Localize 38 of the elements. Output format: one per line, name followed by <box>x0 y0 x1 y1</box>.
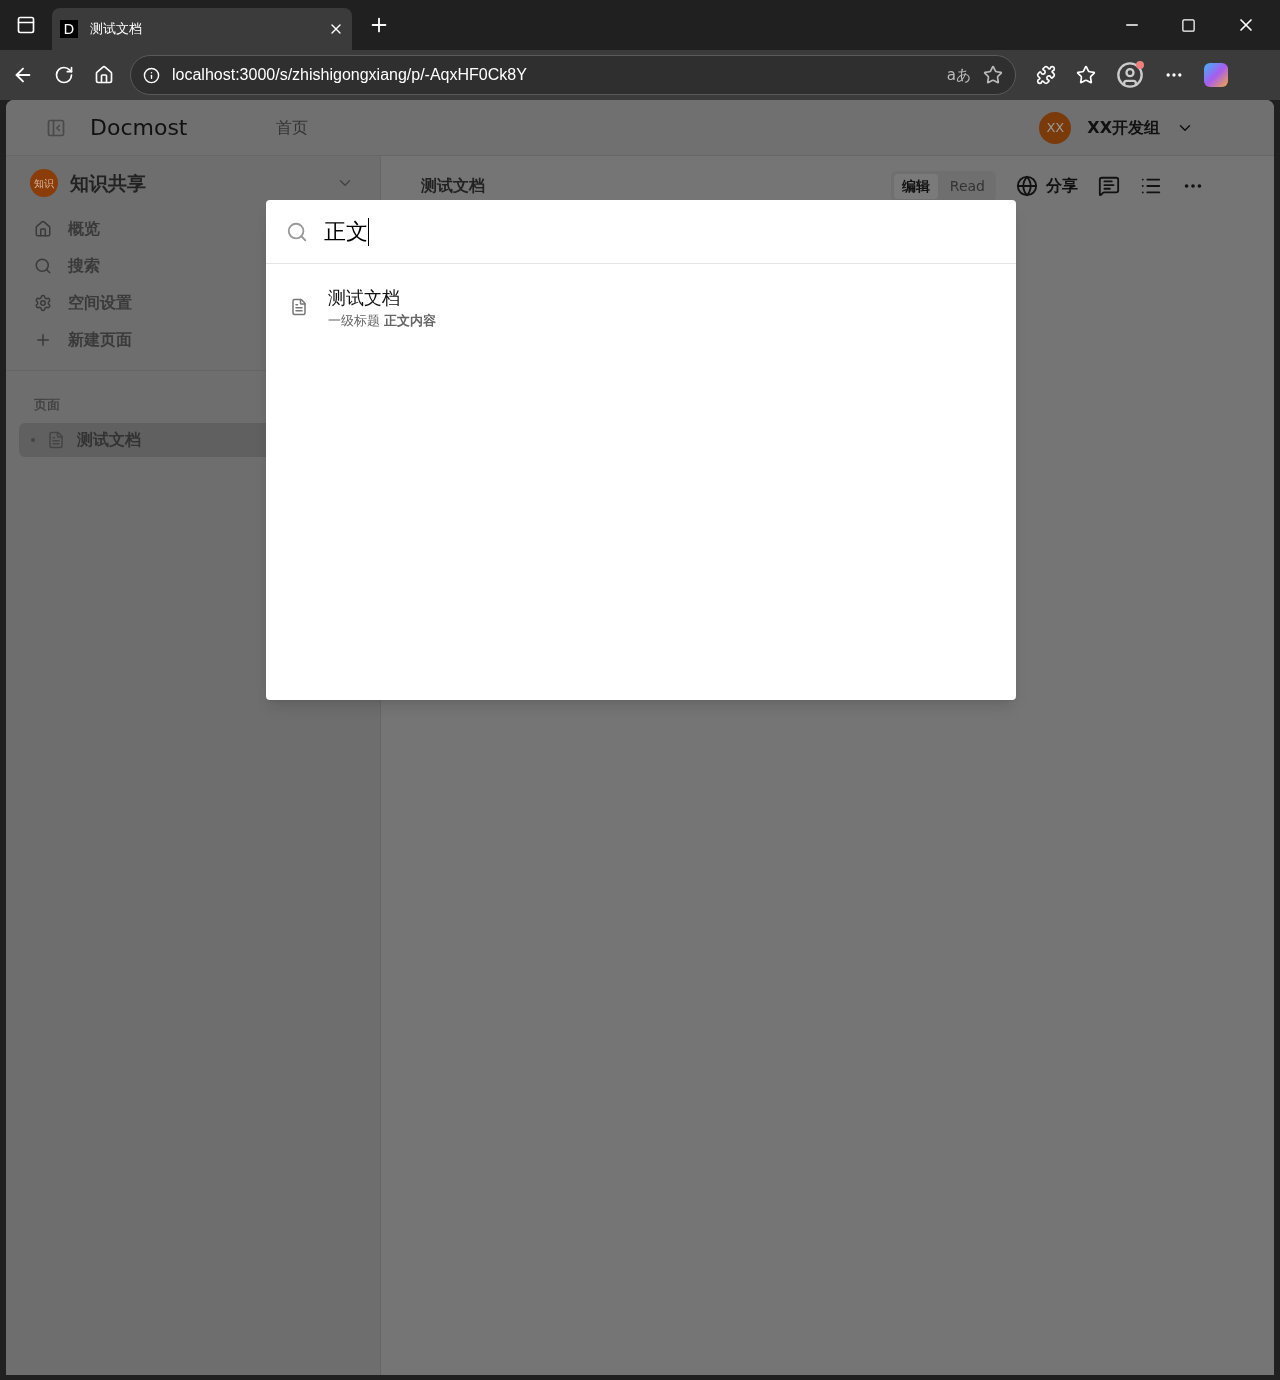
browser-tab[interactable]: D 测试文档 <box>52 8 352 50</box>
extensions-icon[interactable] <box>1036 65 1056 85</box>
search-result[interactable]: 测试文档 一级标题 正文内容 <box>266 280 1016 335</box>
info-icon[interactable] <box>143 66 160 84</box>
workspace-avatar: XX <box>1039 111 1072 144</box>
app-logo[interactable]: Docmost <box>90 111 260 144</box>
tab-actions-icon[interactable] <box>16 15 36 35</box>
document-icon <box>47 430 65 449</box>
favorite-icon[interactable] <box>983 65 1003 85</box>
profile-icon[interactable] <box>1116 61 1144 89</box>
search-field[interactable]: 正文 <box>324 215 996 248</box>
favicon: D <box>60 20 78 38</box>
home-icon[interactable] <box>94 65 114 85</box>
result-title: 测试文档 <box>328 286 401 310</box>
home-icon <box>34 219 52 238</box>
reload-icon[interactable] <box>54 65 74 85</box>
mode-tab[interactable]: Read <box>941 173 993 199</box>
settings-icon <box>34 293 52 312</box>
document-icon <box>290 298 308 317</box>
translate-icon[interactable]: aあ <box>946 63 971 87</box>
page-title: 测试文档 <box>421 175 486 197</box>
tab-title: 测试文档 <box>90 20 143 39</box>
maximize-icon[interactable] <box>1181 17 1196 33</box>
nav-link[interactable]: 首页 <box>276 115 308 140</box>
globe-icon <box>1016 175 1038 197</box>
comment-icon[interactable] <box>1098 175 1120 197</box>
favorites-icon[interactable] <box>1076 65 1096 85</box>
space-avatar: 知识 <box>30 169 58 197</box>
search-icon <box>34 256 52 275</box>
mode-tab[interactable]: 编辑 <box>893 173 938 199</box>
workspace-name[interactable]: XX开发组 <box>1087 115 1160 140</box>
search-icon <box>286 220 308 243</box>
result-snippet: 一级标题 正文内容 <box>328 312 437 330</box>
address-bar[interactable]: localhost:3000/s/zhishigongxiang/p/-AqxHF0Ck8Y aあ <box>130 55 1016 95</box>
sidebar-toggle-icon[interactable] <box>46 117 66 138</box>
url-text: localhost:3000/s/zhishigongxiang/p/-AqxHF0Ck8Y <box>172 65 528 85</box>
share-button[interactable]: 分享 <box>1016 174 1078 198</box>
space-name[interactable]: 知识共享 <box>70 168 324 198</box>
